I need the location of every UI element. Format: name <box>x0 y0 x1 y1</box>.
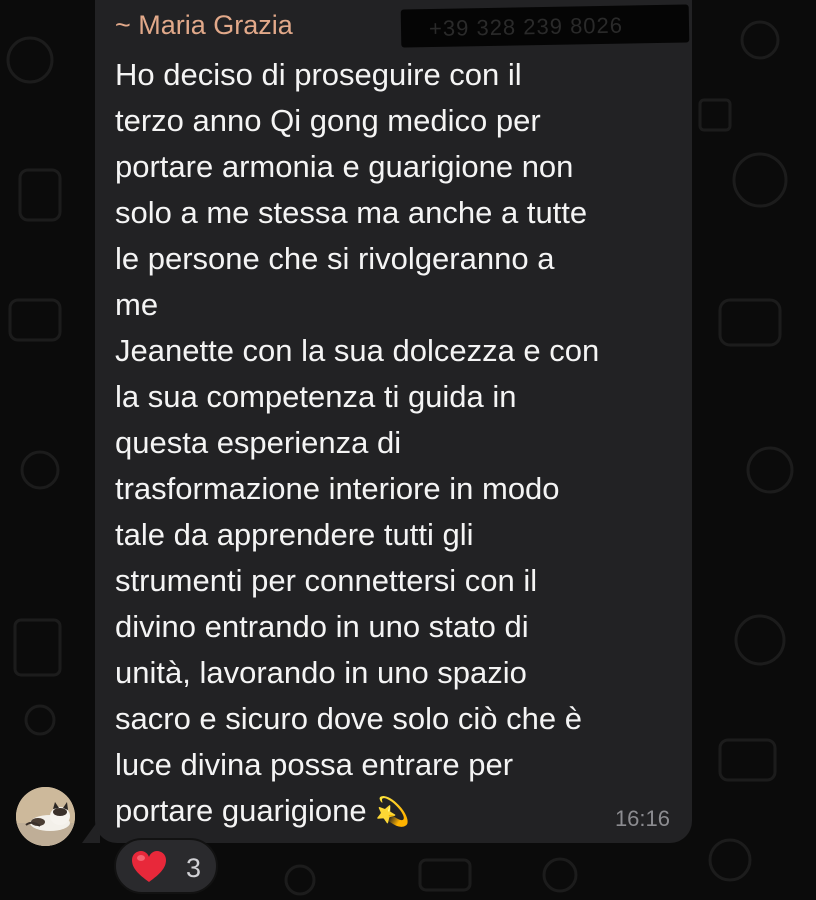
wallpaper-doodle <box>708 838 752 882</box>
message-line: Jeanette con la sua dolcezza e con <box>115 333 600 368</box>
message-line: portare armonia e guarigione non <box>115 149 574 184</box>
message-line-last: portare guarigione 💫 <box>115 788 685 835</box>
message-line: strumenti per connettersi con il <box>115 563 538 598</box>
wallpaper-doodle <box>13 618 62 677</box>
reaction-count: 3 <box>186 853 202 883</box>
redacted-phone-number: +39 328 239 8026 <box>400 4 690 48</box>
message-line: le persone che si rivolgeranno a <box>115 241 555 276</box>
wallpaper-doodle <box>18 168 62 222</box>
message-timestamp: 16:16 <box>614 806 670 831</box>
message-line-text: portare guarigione <box>115 793 376 828</box>
message-line: me <box>115 287 159 322</box>
message-line: divino entrando in uno stato di <box>115 609 529 644</box>
message-line: solo a me stessa ma anche a tutte <box>115 195 588 230</box>
wallpaper-doodle <box>740 20 780 60</box>
wallpaper-doodle <box>24 704 56 736</box>
wallpaper-doodle <box>746 446 794 494</box>
wallpaper-doodle <box>284 864 316 896</box>
redacted-phone-text: +39 328 239 8026 <box>428 12 624 42</box>
wallpaper-doodle <box>20 450 60 490</box>
sender-name[interactable]: ~ Maria Grazia <box>115 10 293 41</box>
message-line: unità, lavorando in uno spazio <box>115 655 527 690</box>
message-line: trasformazione interiore in modo <box>115 471 560 506</box>
wallpaper-doodle <box>542 857 578 893</box>
wallpaper-doodle <box>732 152 788 208</box>
reaction-pill[interactable]: 3 <box>114 838 218 894</box>
message-line: luce divina possa entrare per <box>115 747 514 782</box>
message-line: la sua competenza ti guida in <box>115 379 517 414</box>
avatar[interactable] <box>16 787 75 846</box>
wallpaper-doodle <box>734 614 786 666</box>
message-line: tale da apprendere tutti gli <box>115 517 474 552</box>
heart-icon <box>132 851 166 882</box>
message-line: sacro e sicuro dove solo ciò che è <box>115 701 582 736</box>
message-text: Ho deciso di proseguire con il terzo ann… <box>115 52 685 835</box>
cat-photo-avatar <box>16 787 75 846</box>
wallpaper-doodle <box>8 298 62 342</box>
wallpaper-doodle <box>718 738 777 782</box>
message-line: questa esperienza di <box>115 425 402 460</box>
wallpaper-doodle <box>718 298 782 347</box>
message-line: Ho deciso di proseguire con il <box>115 57 522 92</box>
wallpaper-doodle <box>418 858 472 892</box>
wallpaper-doodle <box>6 36 54 84</box>
message-line: terzo anno Qi gong medico per <box>115 103 541 138</box>
message-bubble[interactable]: ~ Maria Grazia +39 328 239 8026 Ho decis… <box>95 0 692 843</box>
wallpaper-doodle <box>698 98 732 132</box>
dizzy-sparkle-emoji-icon: 💫 <box>375 796 411 827</box>
